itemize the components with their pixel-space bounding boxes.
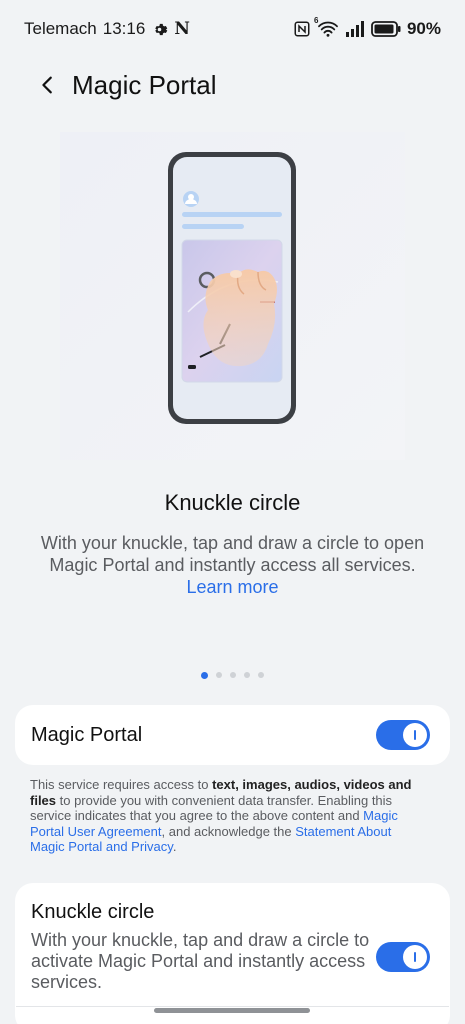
signal-icon xyxy=(345,21,365,37)
notice-text-1: This service requires access to xyxy=(30,777,213,792)
app-header: Magic Portal xyxy=(0,58,465,112)
page-dot-1[interactable] xyxy=(201,671,208,679)
knuckle-circle-body: With your knuckle, tap and draw a circle… xyxy=(31,930,434,993)
page-dot-5[interactable] xyxy=(258,672,264,678)
phone-knuckle-illustration xyxy=(60,132,405,460)
page-indicator xyxy=(0,670,465,680)
battery-level: 90% xyxy=(406,19,441,38)
status-bar: Telemach 13:16 N 6 90% xyxy=(0,0,465,58)
status-time: 13:16 xyxy=(102,19,146,38)
feature-description-text: With your knuckle, tap and draw a circle… xyxy=(40,533,425,575)
battery-icon xyxy=(371,21,401,37)
page-title: Magic Portal xyxy=(72,69,217,100)
wifi-icon: 6 xyxy=(314,16,339,38)
status-right: 6 90% xyxy=(293,16,441,39)
page-dot-3[interactable] xyxy=(230,672,236,678)
notice-text-4: . xyxy=(172,839,177,854)
knuckle-circle-description: With your knuckle, tap and draw a circle… xyxy=(31,930,370,992)
page-dot-4[interactable] xyxy=(244,672,250,678)
feature-description: With your knuckle, tap and draw a circle… xyxy=(24,532,441,598)
wifi-badge: 6 xyxy=(313,16,319,25)
learn-more-link[interactable]: Learn more xyxy=(186,577,278,597)
home-indicator[interactable] xyxy=(154,1008,310,1013)
knuckle-circle-toggle[interactable] xyxy=(376,942,430,972)
toggle-on-mark xyxy=(414,730,416,740)
magic-portal-label: Magic Portal xyxy=(31,723,143,746)
knuckle-circle-title: Knuckle circle xyxy=(31,901,155,923)
magic-portal-toggle[interactable] xyxy=(376,720,430,750)
gear-icon xyxy=(151,21,168,38)
page-dot-2[interactable] xyxy=(216,672,222,678)
carrier-name: Telemach xyxy=(24,19,97,38)
toggle-on-mark xyxy=(414,952,416,962)
knuckle-circle-setting[interactable]: Knuckle circle With your knuckle, tap an… xyxy=(15,883,450,1024)
divider xyxy=(16,1006,449,1007)
back-button[interactable] xyxy=(30,67,66,103)
feature-illustration xyxy=(60,132,405,460)
notice-text-3: , and acknowledge the xyxy=(161,823,296,839)
notice-text-2: to provide you with convenient data tran… xyxy=(30,792,393,824)
privacy-notice: This service requires access to text, im… xyxy=(30,777,422,855)
status-left: Telemach 13:16 N xyxy=(24,19,190,39)
magic-portal-setting[interactable]: Magic Portal xyxy=(15,705,450,765)
nfc-icon xyxy=(293,20,311,38)
chevron-left-icon xyxy=(42,76,52,94)
feature-title: Knuckle circle xyxy=(164,490,301,515)
n-letter-icon: N xyxy=(174,19,190,39)
